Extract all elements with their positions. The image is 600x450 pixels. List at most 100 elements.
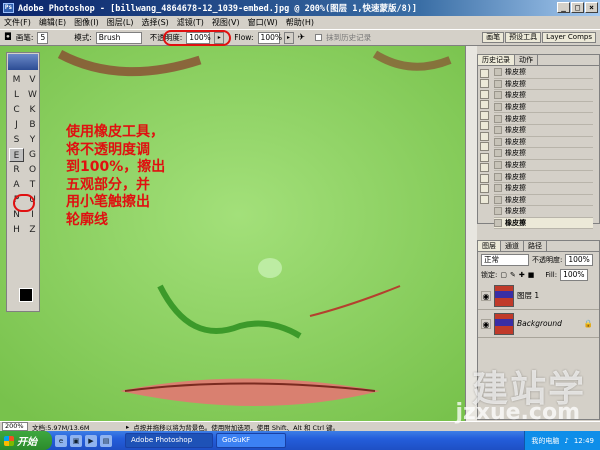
tab-layers[interactable]: 图层 bbox=[478, 241, 501, 251]
mode-select[interactable]: Brush bbox=[95, 31, 142, 44]
task-gogukf[interactable]: GoGuKF bbox=[216, 433, 286, 448]
history-item[interactable]: 橡皮擦 bbox=[494, 102, 593, 114]
history-snapshot-box[interactable] bbox=[480, 163, 489, 172]
zoom-tool-icon[interactable]: Z bbox=[25, 223, 40, 237]
history-snapshot-box[interactable] bbox=[480, 79, 489, 88]
history-snapshot-box[interactable] bbox=[480, 142, 489, 151]
toolbox-logo[interactable] bbox=[8, 54, 38, 70]
lasso-tool-icon[interactable]: L bbox=[9, 88, 24, 102]
flow-input[interactable]: 100% bbox=[257, 31, 282, 44]
history-item[interactable]: 橡皮擦 bbox=[494, 113, 593, 125]
close-button[interactable]: × bbox=[585, 2, 598, 13]
menu-view[interactable]: 视图(V) bbox=[212, 17, 240, 28]
history-item[interactable]: 橡皮擦 bbox=[494, 148, 593, 160]
history-item[interactable]: 橡皮擦 bbox=[494, 137, 593, 149]
history-item[interactable]: 橡皮擦 bbox=[494, 125, 593, 137]
menu-image[interactable]: 图像(I) bbox=[74, 17, 99, 28]
fill-input[interactable]: 100% bbox=[560, 268, 588, 281]
document-canvas[interactable] bbox=[0, 46, 477, 421]
history-snapshot-box[interactable] bbox=[480, 184, 489, 193]
magic-wand-tool-icon[interactable]: W bbox=[25, 88, 40, 102]
clock[interactable]: 12:49 bbox=[574, 437, 594, 445]
healing-brush-tool-icon[interactable]: J bbox=[9, 118, 24, 132]
start-button[interactable]: 开始 bbox=[0, 431, 52, 450]
menu-edit[interactable]: 编辑(E) bbox=[39, 17, 66, 28]
folder-quicklaunch-icon[interactable]: ▤ bbox=[100, 434, 112, 447]
lock-transparency-icon[interactable]: ▢ bbox=[500, 271, 507, 279]
status-arrow-icon[interactable]: ▸ bbox=[126, 423, 129, 431]
tab-paths[interactable]: 路径 bbox=[524, 241, 547, 251]
history-item[interactable]: 橡皮擦 bbox=[494, 195, 593, 207]
path-selection-tool-icon[interactable]: A bbox=[9, 178, 24, 192]
minimize-button[interactable]: _ bbox=[557, 2, 570, 13]
airbrush-icon[interactable]: ✈ bbox=[298, 33, 306, 43]
blur-tool-icon[interactable]: R bbox=[9, 163, 24, 177]
layer-row-background[interactable]: ◉ Background 🔒 bbox=[478, 310, 599, 338]
menu-layer[interactable]: 图层(L) bbox=[107, 17, 134, 28]
history-item[interactable]: 橡皮擦 bbox=[494, 171, 593, 183]
history-brush-tool-icon[interactable]: Y bbox=[25, 133, 40, 147]
history-snapshot-box[interactable] bbox=[480, 100, 489, 109]
marquee-tool-icon[interactable]: M bbox=[9, 73, 24, 87]
history-snapshot-box[interactable] bbox=[480, 152, 489, 162]
erase-history-checkbox[interactable] bbox=[315, 34, 323, 41]
crop-tool-icon[interactable]: C bbox=[9, 103, 24, 117]
history-snapshot-box[interactable] bbox=[480, 121, 489, 130]
eraser-preset-icon[interactable]: ◘ bbox=[4, 32, 12, 43]
volume-icon[interactable]: ♪ bbox=[564, 437, 568, 445]
palette-tab-layer-comps[interactable]: Layer Comps bbox=[542, 32, 596, 43]
brush-tool-icon[interactable]: B bbox=[25, 118, 40, 132]
tab-channels[interactable]: 通道 bbox=[501, 241, 524, 251]
clone-stamp-tool-icon[interactable]: S bbox=[9, 133, 24, 147]
history-item[interactable]: 橡皮擦 bbox=[494, 67, 593, 79]
tray-text[interactable]: 我的电脑 bbox=[531, 436, 559, 446]
menu-help[interactable]: 帮助(H) bbox=[286, 17, 314, 28]
desktop-quicklaunch-icon[interactable]: ▣ bbox=[70, 434, 82, 447]
history-item[interactable]: 橡皮擦 bbox=[494, 206, 593, 218]
slice-tool-icon[interactable]: K bbox=[25, 103, 40, 117]
document-size[interactable]: 文档:5.97M/13.6M bbox=[32, 422, 122, 432]
palette-tab-tool-presets[interactable]: 预设工具 bbox=[505, 32, 542, 43]
history-item[interactable]: 橡皮擦 bbox=[494, 79, 593, 91]
lock-position-icon[interactable]: ✚ bbox=[519, 271, 525, 279]
history-snapshot-box[interactable] bbox=[480, 89, 489, 99]
brush-size-picker[interactable]: 5 bbox=[37, 31, 49, 44]
menu-file[interactable]: 文件(F) bbox=[4, 17, 31, 28]
history-item-current[interactable]: 橡皮擦 bbox=[494, 217, 593, 230]
history-snapshot-box[interactable] bbox=[480, 194, 489, 204]
menu-select[interactable]: 选择(S) bbox=[141, 17, 168, 28]
palette-tab-brushes[interactable]: 画笔 bbox=[482, 32, 505, 43]
tab-history[interactable]: 历史记录 bbox=[478, 55, 515, 65]
history-snapshot-box[interactable] bbox=[480, 131, 489, 141]
media-quicklaunch-icon[interactable]: ▶ bbox=[85, 434, 97, 447]
flow-slider-arrow-icon[interactable]: ▸ bbox=[283, 31, 294, 44]
move-tool-icon[interactable]: V bbox=[25, 73, 40, 87]
ie-quicklaunch-icon[interactable]: e bbox=[55, 434, 67, 447]
lock-all-icon[interactable]: ■ bbox=[528, 271, 535, 279]
menu-filter[interactable]: 滤镜(T) bbox=[177, 17, 204, 28]
eraser-tool-icon[interactable]: E bbox=[9, 148, 24, 162]
tab-actions[interactable]: 动作 bbox=[515, 55, 538, 65]
task-photoshop[interactable]: Adobe Photoshop bbox=[125, 433, 213, 448]
lock-paint-icon[interactable]: ✎ bbox=[510, 271, 516, 279]
history-item[interactable]: 橡皮擦 bbox=[494, 183, 593, 195]
layer-row-layer1[interactable]: ◉ 图层 1 bbox=[478, 282, 599, 310]
blend-mode-select[interactable]: 正常 bbox=[481, 253, 529, 266]
history-item[interactable]: 橡皮擦 bbox=[494, 90, 593, 102]
history-snapshot-box[interactable] bbox=[480, 173, 489, 183]
window-title-bar[interactable]: Ps Adobe Photoshop - [billwang_4864678-1… bbox=[0, 0, 600, 16]
maximize-button[interactable]: □ bbox=[571, 2, 584, 13]
foreground-color-swatch[interactable] bbox=[19, 288, 33, 302]
type-tool-icon[interactable]: T bbox=[25, 178, 40, 192]
menu-window[interactable]: 窗口(W) bbox=[248, 17, 278, 28]
history-snapshot-box[interactable] bbox=[480, 110, 489, 120]
gradient-tool-icon[interactable]: G bbox=[25, 148, 40, 162]
dodge-tool-icon[interactable]: O bbox=[25, 163, 40, 177]
eye-icon[interactable]: ◉ bbox=[481, 290, 491, 301]
hand-tool-icon[interactable]: H bbox=[9, 223, 24, 237]
layer-opacity-input[interactable]: 100% bbox=[565, 253, 593, 266]
zoom-level[interactable]: 200% bbox=[2, 422, 28, 431]
history-item[interactable]: 橡皮擦 bbox=[494, 160, 593, 172]
history-snapshot-box[interactable] bbox=[480, 68, 489, 78]
eye-icon[interactable]: ◉ bbox=[481, 318, 491, 329]
